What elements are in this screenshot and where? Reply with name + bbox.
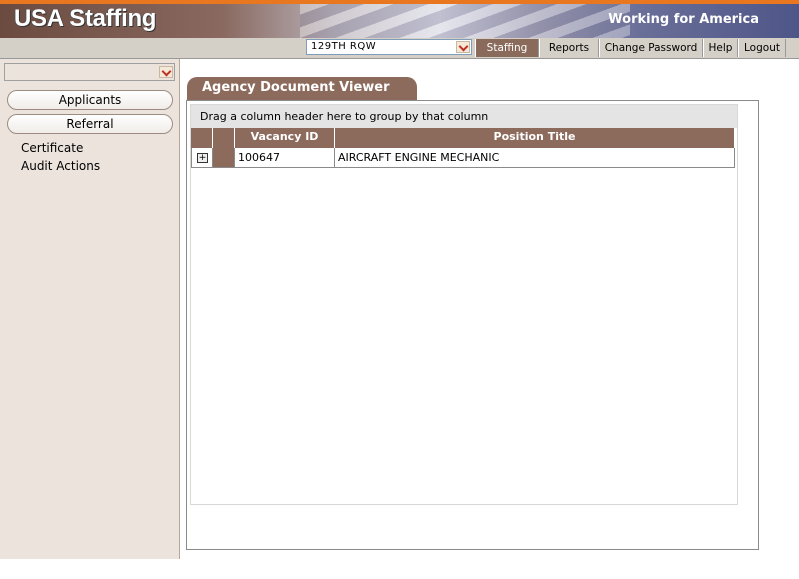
flag-banner-image xyxy=(300,4,630,38)
column-header-position-title[interactable]: Position Title xyxy=(335,128,735,148)
data-grid: Drag a column header here to group by th… xyxy=(190,104,738,505)
sidebar-item-audit-actions[interactable]: Audit Actions xyxy=(21,159,100,173)
group-by-hint: Drag a column header here to group by th… xyxy=(200,110,489,123)
chevron-down-icon[interactable] xyxy=(159,66,173,78)
organization-select[interactable]: 129TH RQW xyxy=(306,39,472,55)
nav-tab-logout[interactable]: Logout xyxy=(738,39,786,57)
top-nav-bar: 129TH RQW Staffing Reports Change Passwo… xyxy=(0,38,799,59)
sidebar: Applicants Referral Certificate Audit Ac… xyxy=(0,59,180,559)
panel-tab: Agency Document Viewer xyxy=(187,77,417,100)
chevron-down-icon[interactable] xyxy=(456,41,470,53)
header-indicator-col xyxy=(213,128,235,148)
organization-select-value: 129TH RQW xyxy=(311,41,377,52)
table-row[interactable]: + 100647 AIRCRAFT ENGINE MECHANIC xyxy=(191,148,735,168)
tagline: Working for America xyxy=(608,12,759,27)
referral-button[interactable]: Referral xyxy=(7,114,173,134)
expander-cell: + xyxy=(192,148,213,167)
cell-vacancy-id: 100647 xyxy=(235,148,335,167)
nav-tab-reports[interactable]: Reports xyxy=(539,39,599,57)
row-indicator-cell xyxy=(213,148,235,167)
header-expander-col xyxy=(191,128,213,148)
table-header: Vacancy ID Position Title xyxy=(191,128,735,148)
page-title: Agency Document Viewer xyxy=(202,80,390,95)
applicants-button[interactable]: Applicants xyxy=(7,90,173,110)
sidebar-item-certificate[interactable]: Certificate xyxy=(21,141,83,155)
group-by-bar[interactable]: Drag a column header here to group by th… xyxy=(191,105,737,128)
app-logo: USA Staffing xyxy=(14,5,157,32)
expand-icon[interactable]: + xyxy=(197,153,208,163)
document-viewer-panel: Drag a column header here to group by th… xyxy=(186,100,759,550)
sidebar-select[interactable] xyxy=(4,63,175,81)
nav-tab-change-password[interactable]: Change Password xyxy=(599,39,703,57)
app-header: USA Staffing Working for America xyxy=(0,4,799,38)
nav-tab-help[interactable]: Help xyxy=(703,39,738,57)
cell-position-title: AIRCRAFT ENGINE MECHANIC xyxy=(335,148,735,167)
nav-tab-staffing[interactable]: Staffing xyxy=(475,39,539,57)
column-header-vacancy-id[interactable]: Vacancy ID xyxy=(235,128,335,148)
